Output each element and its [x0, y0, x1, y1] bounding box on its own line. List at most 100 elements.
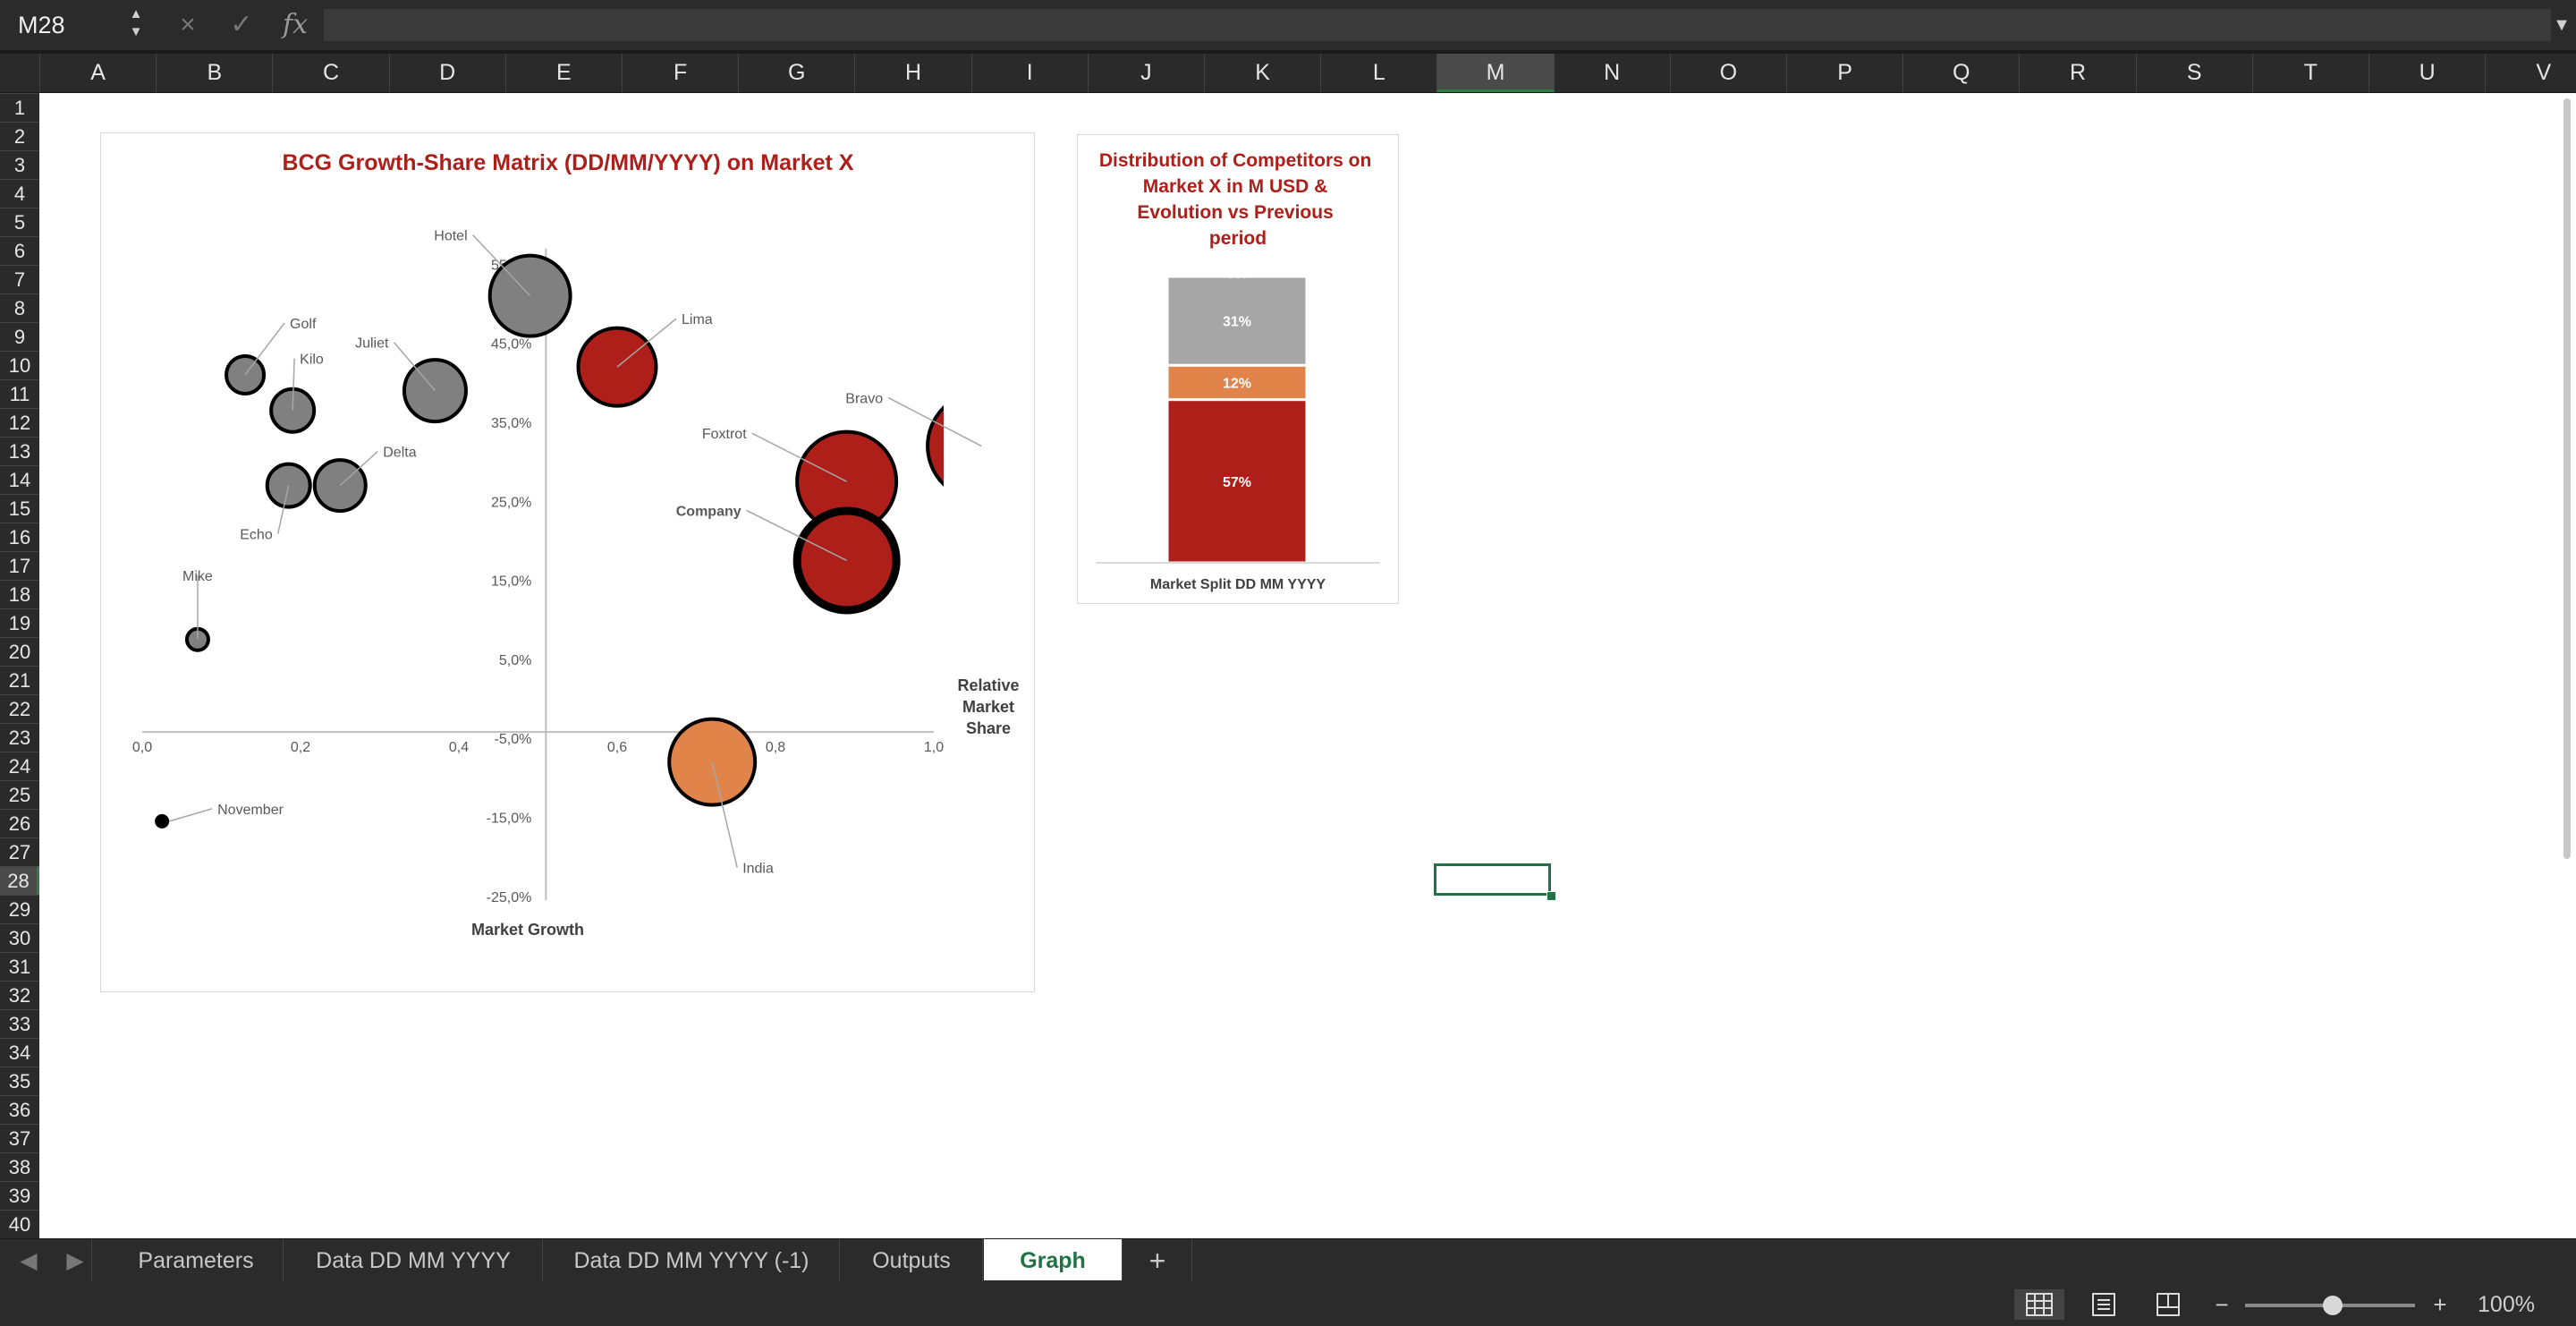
y-tick-label: 25,0%: [491, 495, 531, 510]
row-header-9[interactable]: 9: [0, 322, 39, 351]
column-header-r[interactable]: R: [2019, 54, 2135, 92]
row-header-12[interactable]: 12: [0, 408, 39, 437]
normal-view-icon[interactable]: [2014, 1289, 2064, 1320]
row-header-27[interactable]: 27: [0, 837, 39, 866]
row-header-11[interactable]: 11: [0, 379, 39, 408]
x-tick-label: 0,8: [766, 740, 785, 755]
market-split-svg: Distribution of Competitors on Market X …: [1096, 150, 1380, 592]
column-header-c[interactable]: C: [272, 54, 388, 92]
row-header-23[interactable]: 23: [0, 723, 39, 752]
row-header-26[interactable]: 26: [0, 809, 39, 837]
row-header-21[interactable]: 21: [0, 666, 39, 694]
column-header-d[interactable]: D: [388, 54, 505, 92]
row-header-22[interactable]: 22: [0, 694, 39, 723]
row-header-1[interactable]: 1: [0, 93, 39, 122]
bubble-hotel[interactable]: [487, 253, 572, 338]
row-header-18[interactable]: 18: [0, 580, 39, 608]
row-header-19[interactable]: 19: [0, 608, 39, 637]
enter-icon[interactable]: ✓: [224, 7, 259, 43]
column-header-k[interactable]: K: [1204, 54, 1320, 92]
market-split-chart[interactable]: Distribution of Competitors on Market X …: [1077, 134, 1399, 604]
row-header-10[interactable]: 10: [0, 351, 39, 379]
bubble-november[interactable]: [155, 813, 170, 829]
bubble-label-delta: Delta: [383, 446, 416, 461]
row-header-40[interactable]: 40: [0, 1210, 39, 1238]
row-header-6[interactable]: 6: [0, 236, 39, 265]
column-header-s[interactable]: S: [2135, 54, 2252, 92]
column-header-g[interactable]: G: [738, 54, 854, 92]
tab-scroll-right-icon[interactable]: ▶: [59, 1239, 92, 1282]
row-header-2[interactable]: 2: [0, 122, 39, 150]
column-header-t[interactable]: T: [2251, 54, 2368, 92]
column-header-p[interactable]: P: [1786, 54, 1902, 92]
row-header-15[interactable]: 15: [0, 494, 39, 523]
tab-data[interactable]: Data DD MM YYYY: [284, 1239, 543, 1282]
row-header-24[interactable]: 24: [0, 752, 39, 780]
row-header-8[interactable]: 8: [0, 293, 39, 322]
row-header-20[interactable]: 20: [0, 637, 39, 666]
formula-input[interactable]: [324, 9, 2551, 41]
tab-parameters[interactable]: Parameters: [109, 1239, 284, 1282]
cancel-icon[interactable]: ×: [170, 7, 206, 43]
page-break-preview-icon[interactable]: [2143, 1289, 2193, 1320]
column-header-n[interactable]: N: [1553, 54, 1670, 92]
row-header-28[interactable]: 28: [0, 866, 39, 895]
column-header-i[interactable]: I: [970, 54, 1088, 92]
row-header-3[interactable]: 3: [0, 150, 39, 179]
tab-graph[interactable]: Graph: [984, 1239, 1123, 1280]
zoom-slider-knob[interactable]: [2323, 1296, 2343, 1315]
column-header-e[interactable]: E: [504, 54, 622, 92]
row-header-25[interactable]: 25: [0, 780, 39, 809]
column-header-f[interactable]: F: [622, 54, 738, 92]
row-header-14[interactable]: 14: [0, 465, 39, 494]
chevron-down-icon[interactable]: ▼: [2551, 9, 2572, 41]
name-box-stepper-icon[interactable]: ▲ ▼: [125, 5, 147, 45]
add-sheet-button[interactable]: +: [1123, 1239, 1192, 1282]
column-header-o[interactable]: O: [1669, 54, 1786, 92]
bubble-echo[interactable]: [265, 462, 312, 509]
zoom-in-button[interactable]: +: [2415, 1289, 2465, 1320]
row-header-17[interactable]: 17: [0, 551, 39, 580]
y-tick-label: -25,0%: [487, 890, 532, 905]
column-header-h[interactable]: H: [854, 54, 970, 92]
row-header-13[interactable]: 13: [0, 437, 39, 465]
row-header-5[interactable]: 5: [0, 208, 39, 236]
row-header-29[interactable]: 29: [0, 895, 39, 923]
row-header-16[interactable]: 16: [0, 523, 39, 551]
row-header-30[interactable]: 30: [0, 923, 39, 952]
row-header-31[interactable]: 31: [0, 952, 39, 981]
column-header-m[interactable]: M: [1436, 54, 1554, 92]
zoom-level[interactable]: 100%: [2469, 1289, 2544, 1320]
row-header-38[interactable]: 38: [0, 1152, 39, 1181]
fill-handle[interactable]: [1546, 891, 1556, 901]
tab-outputs[interactable]: Outputs: [841, 1239, 983, 1282]
row-header-33[interactable]: 33: [0, 1009, 39, 1038]
column-header-j[interactable]: J: [1087, 54, 1204, 92]
sheet-tab-bar: ◀ ▶ Parameters Data DD MM YYYY Data DD M…: [0, 1238, 2576, 1282]
tab-scroll-left-icon[interactable]: ◀: [13, 1239, 45, 1282]
column-header-u[interactable]: U: [2368, 54, 2485, 92]
bubble-golf[interactable]: [225, 353, 267, 395]
column-header-a[interactable]: A: [39, 54, 156, 92]
column-header-v[interactable]: V: [2485, 54, 2576, 92]
column-header-q[interactable]: Q: [1902, 54, 2019, 92]
row-header-7[interactable]: 7: [0, 265, 39, 293]
bcg-chart[interactable]: BCG Growth-Share Matrix (DD/MM/YYYY) on …: [100, 132, 1035, 992]
column-header-l[interactable]: L: [1320, 54, 1436, 92]
zoom-out-button[interactable]: −: [2197, 1289, 2247, 1320]
column-header-b[interactable]: B: [156, 54, 272, 92]
function-icon[interactable]: fx: [277, 7, 313, 43]
selected-cell[interactable]: [1434, 863, 1551, 896]
x-tick-label: 0,4: [449, 740, 469, 755]
row-header-39[interactable]: 39: [0, 1181, 39, 1210]
row-header-32[interactable]: 32: [0, 981, 39, 1009]
row-header-37[interactable]: 37: [0, 1124, 39, 1152]
row-header-34[interactable]: 34: [0, 1038, 39, 1067]
page-layout-icon[interactable]: [2079, 1289, 2129, 1320]
row-header-4[interactable]: 4: [0, 179, 39, 208]
scrollbar-thumb[interactable]: [2563, 98, 2571, 859]
row-header-36[interactable]: 36: [0, 1095, 39, 1124]
row-header-bar: 1 2 3 4 5 6 7 8 9 10 11 12 13 14 15 16 17 18 19 20 21 22 23 24 2…: [0, 93, 39, 1238]
row-header-35[interactable]: 35: [0, 1067, 39, 1095]
tab-data-previous[interactable]: Data DD MM YYYY (-1): [544, 1239, 840, 1282]
